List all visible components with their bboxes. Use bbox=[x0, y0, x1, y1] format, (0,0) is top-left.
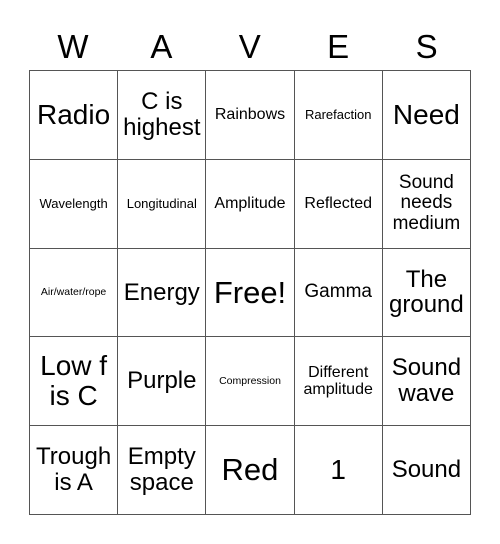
bingo-cell-label: Red bbox=[221, 452, 279, 488]
bingo-cell-r1c3[interactable]: Rainbows bbox=[206, 71, 295, 160]
free-space-label: Free! bbox=[213, 274, 287, 310]
bingo-cell-r2c2[interactable]: Longitudinal bbox=[118, 159, 207, 249]
bingo-cell-label: C is highest bbox=[123, 87, 201, 141]
bingo-cell-r5c3[interactable]: Red bbox=[206, 426, 295, 515]
bingo-cell-r4c2[interactable]: Purple bbox=[118, 337, 207, 427]
bingo-cell-label: Sound needs medium bbox=[392, 171, 461, 234]
bingo-cell-label: Energy bbox=[123, 278, 200, 306]
bingo-cell-label: Need bbox=[392, 98, 460, 130]
bingo-cell-r3c2[interactable]: Energy bbox=[118, 248, 207, 338]
bingo-cell-r3c4[interactable]: Gamma bbox=[294, 248, 383, 338]
header-letter-4: E bbox=[327, 27, 350, 65]
bingo-cell-label: Radio bbox=[37, 98, 111, 130]
bingo-cell-label: Air/water/rope bbox=[40, 285, 107, 298]
header-letter-5: S bbox=[415, 27, 439, 65]
bingo-cell-label: Rarefaction bbox=[304, 106, 372, 122]
bingo-cell-r5c5[interactable]: Sound bbox=[382, 426, 471, 515]
bingo-cell-label: 1 bbox=[330, 453, 346, 485]
bingo-cell-r5c2[interactable]: Empty space bbox=[118, 426, 207, 515]
bingo-grid: Radio C is highest Rainbows Rarefaction … bbox=[29, 70, 471, 515]
bingo-cell-label: Wavelength bbox=[39, 195, 108, 211]
bingo-cell-r1c5[interactable]: Need bbox=[382, 71, 471, 160]
bingo-cell-free-space[interactable]: Free! bbox=[206, 248, 295, 338]
bingo-cell-label: Trough is A bbox=[36, 443, 112, 497]
bingo-header-row: W A V E S bbox=[29, 22, 471, 70]
bingo-cell-r4c3[interactable]: Compression bbox=[206, 337, 295, 427]
bingo-cell-r4c1[interactable]: Low f is C bbox=[30, 337, 119, 427]
bingo-cell-r1c2[interactable]: C is highest bbox=[118, 71, 207, 160]
bingo-cell-label: Purple bbox=[127, 367, 197, 395]
bingo-cell-label: Sound bbox=[391, 456, 462, 484]
bingo-cell-r2c5[interactable]: Sound needs medium bbox=[382, 159, 471, 249]
bingo-cell-r5c4[interactable]: 1 bbox=[294, 426, 383, 515]
header-letter-3: V bbox=[238, 27, 262, 65]
bingo-cell-label: Longitudinal bbox=[126, 195, 197, 211]
bingo-cell-r2c3[interactable]: Amplitude bbox=[206, 159, 295, 249]
bingo-cell-label: Amplitude bbox=[214, 195, 286, 213]
bingo-cell-label: Sound wave bbox=[391, 354, 462, 408]
bingo-cell-label: Low f is C bbox=[40, 350, 108, 412]
bingo-cell-r1c4[interactable]: Rarefaction bbox=[294, 71, 383, 160]
bingo-cell-r4c4[interactable]: Different amplitude bbox=[294, 337, 383, 427]
bingo-cell-r1c1[interactable]: Radio bbox=[30, 71, 119, 160]
bingo-cell-label: Empty space bbox=[127, 443, 196, 497]
header-letter-2: A bbox=[150, 27, 173, 65]
bingo-cell-label: Reflected bbox=[304, 195, 372, 213]
bingo-cell-label: Different amplitude bbox=[303, 364, 373, 399]
bingo-cell-r4c5[interactable]: Sound wave bbox=[382, 337, 471, 427]
bingo-cell-r3c5[interactable]: The ground bbox=[382, 248, 471, 338]
bingo-cell-r5c1[interactable]: Trough is A bbox=[30, 426, 119, 515]
bingo-card: W A V E S Radio C is highest Rainbows Ra… bbox=[0, 0, 500, 544]
bingo-cell-r2c1[interactable]: Wavelength bbox=[30, 159, 119, 249]
header-letter-1: W bbox=[57, 27, 90, 65]
bingo-cell-r3c1[interactable]: Air/water/rope bbox=[30, 248, 119, 338]
bingo-cell-label: Gamma bbox=[304, 281, 372, 303]
bingo-cell-r2c4[interactable]: Reflected bbox=[294, 159, 383, 249]
bingo-cell-label: Compression bbox=[219, 374, 281, 387]
bingo-cell-label: Rainbows bbox=[214, 106, 286, 124]
bingo-cell-label: The ground bbox=[389, 265, 464, 319]
